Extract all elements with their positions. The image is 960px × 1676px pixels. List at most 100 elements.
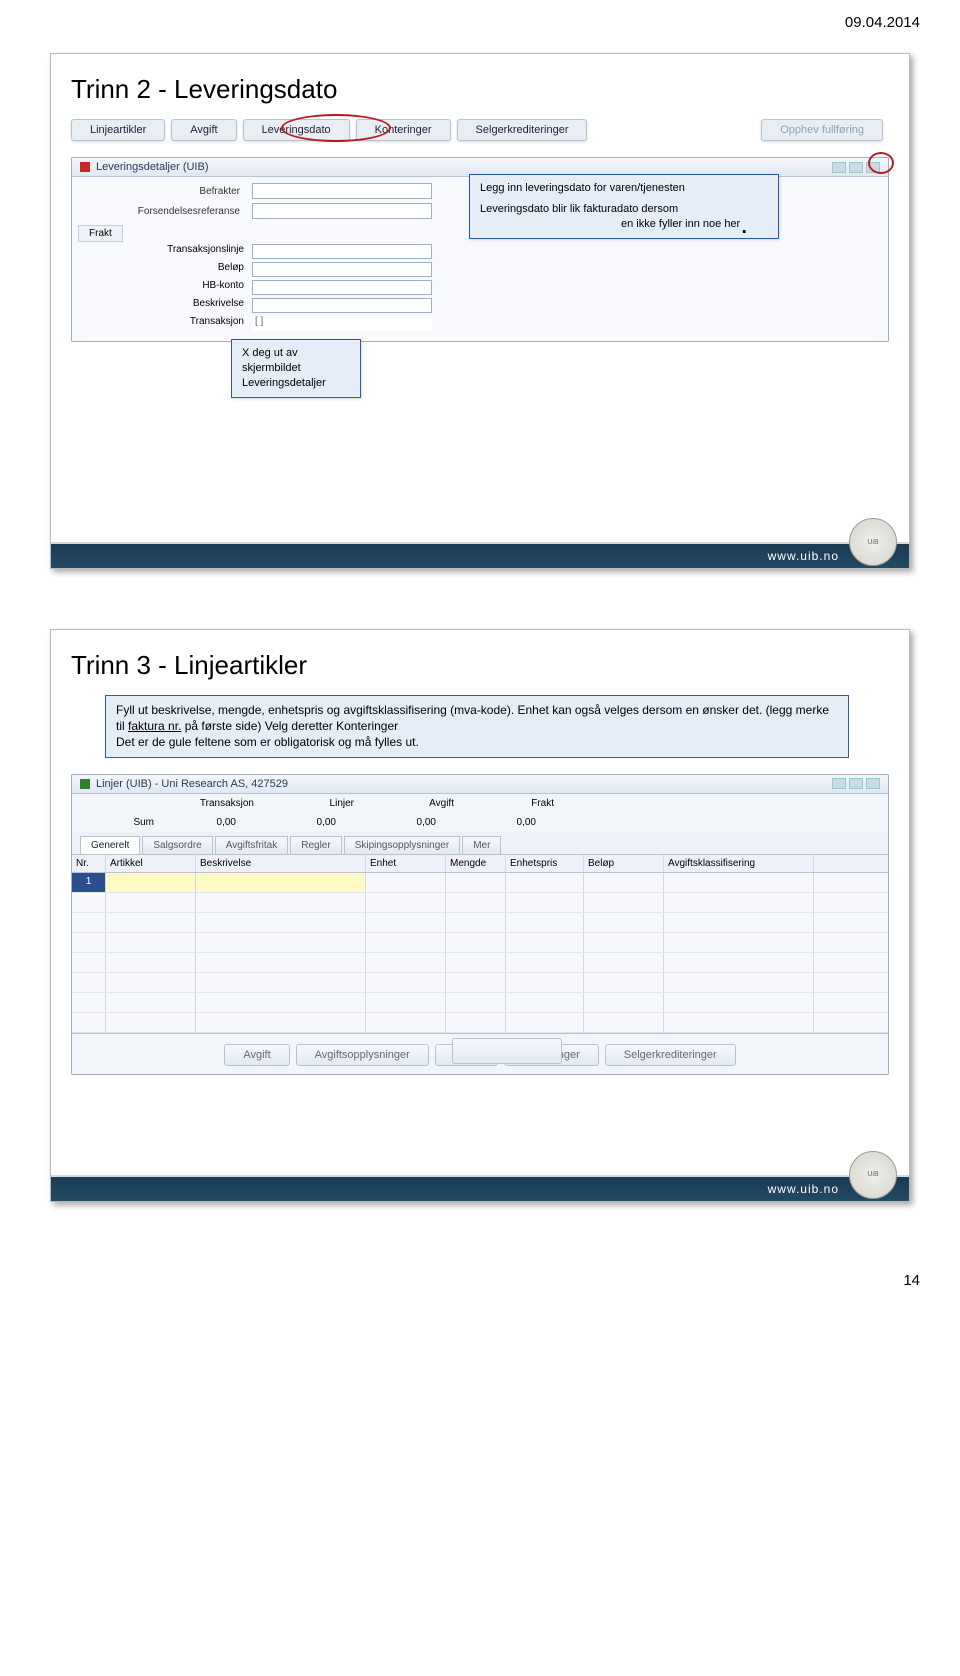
- input-befrakter[interactable]: [252, 183, 432, 199]
- panel-window-controls: [832, 162, 880, 173]
- table-row[interactable]: [72, 993, 888, 1013]
- table-row[interactable]: [72, 953, 888, 973]
- slide2-title: Trinn 3 - Linjeartikler: [71, 650, 889, 681]
- panel-title-text: Leveringsdetaljer (UIB): [96, 161, 209, 173]
- col-artikkel: Artikkel: [106, 855, 196, 872]
- sum-linjer-val: 0,00: [260, 817, 360, 828]
- callout2-l1: X deg ut av: [242, 346, 350, 361]
- grid-body: 1: [72, 873, 888, 1033]
- slide2-footer: www.uib.no: [51, 1175, 909, 1201]
- label-hbkonto: HB-konto: [84, 280, 244, 295]
- label-forsendelsesref: Forsendelsesreferanse: [84, 206, 244, 217]
- table-row[interactable]: [72, 933, 888, 953]
- page-number: 14: [0, 1262, 960, 1307]
- table-row[interactable]: [72, 913, 888, 933]
- tab-opphev-fullforing[interactable]: Opphev fullføring: [761, 119, 883, 141]
- subtab-avgiftsfritak[interactable]: Avgiftsfritak: [215, 836, 289, 854]
- subtab-regler[interactable]: Regler: [290, 836, 341, 854]
- input-beskrivelse[interactable]: [252, 298, 432, 313]
- col-enhet: Enhet: [366, 855, 446, 872]
- min-icon[interactable]: [832, 778, 846, 789]
- input-belop[interactable]: [252, 262, 432, 277]
- sum-frakt-label: Frakt: [460, 798, 560, 809]
- subtab-generelt[interactable]: Generelt: [80, 836, 140, 854]
- sum-linjer-label: Linjer: [260, 798, 360, 809]
- sub-tab-bar: Generelt Salgsordre Avgiftsfritak Regler…: [72, 832, 888, 854]
- lower-tab-bar: Avgift Avgiftsopplysninger Frakt Konteri…: [72, 1033, 888, 1074]
- input-transaksjon: [ ]: [252, 316, 432, 331]
- uib-crest-icon: UiB: [849, 1151, 897, 1199]
- group-frakt[interactable]: Frakt: [78, 225, 123, 242]
- sum-values: Sum 0,00 0,00 0,00 0,00: [72, 813, 888, 832]
- max-icon[interactable]: [849, 162, 863, 173]
- page-date: 09.04.2014: [0, 0, 960, 35]
- panel-color-icon: [80, 162, 90, 172]
- sum-row: Transaksjon Linjer Avgift Frakt: [72, 794, 888, 813]
- table-row[interactable]: [72, 973, 888, 993]
- label-transaksjon: Transaksjon: [84, 316, 244, 331]
- label-transaksjonslinje: Transaksjonslinje: [84, 244, 244, 259]
- callout-line2: Leveringsdato blir lik fakturadato derso…: [480, 202, 768, 217]
- slide1-footer: www.uib.no: [51, 542, 909, 568]
- input-forsendelsesref[interactable]: [252, 203, 432, 219]
- lowertab-konteringer[interactable]: Konteringer: [504, 1044, 599, 1066]
- tab-konteringer[interactable]: Konteringer: [356, 119, 451, 141]
- row-selector[interactable]: 1: [72, 873, 106, 892]
- callout-leveringsdato-info: Legg inn leveringsdato for varen/tjenest…: [469, 174, 779, 239]
- panel-linjer: Linjer (UIB) - Uni Research AS, 427529 T…: [71, 774, 889, 1075]
- input-transaksjonslinje[interactable]: [252, 244, 432, 259]
- large-period-icon: .: [740, 208, 748, 239]
- sum-avgift-val: 0,00: [360, 817, 460, 828]
- lowertab-frakt[interactable]: Frakt: [435, 1044, 498, 1066]
- desc-c: Det er de gule feltene som er obligatori…: [116, 735, 419, 749]
- lowertab-avgift[interactable]: Avgift: [224, 1044, 289, 1066]
- tab-selgerkrediteringer[interactable]: Selgerkrediteringer: [457, 119, 588, 141]
- subtab-salgsordre[interactable]: Salgsordre: [142, 836, 212, 854]
- panel2-title-text: Linjer (UIB) - Uni Research AS, 427529: [96, 778, 288, 790]
- subtab-skipingsopplysninger[interactable]: Skipingsopplysninger: [344, 836, 461, 854]
- table-row[interactable]: [72, 1013, 888, 1033]
- close-icon[interactable]: [866, 162, 880, 173]
- subtab-mer[interactable]: Mer: [462, 836, 501, 854]
- sum-trans-label: Transaksjon: [160, 798, 260, 809]
- lowertab-selgerkrediteringer[interactable]: Selgerkrediteringer: [605, 1044, 736, 1066]
- callout-close-hint: X deg ut av skjermbildet Leveringsdetalj…: [231, 339, 361, 398]
- label-befrakter: Befrakter: [84, 186, 244, 197]
- panel2-color-icon: [80, 779, 90, 789]
- lowertab-avgiftsopplysninger[interactable]: Avgiftsopplysninger: [296, 1044, 429, 1066]
- callout2-l2: skjermbildet: [242, 361, 350, 376]
- slide2-description: Fyll ut beskrivelse, mengde, enhetspris …: [105, 695, 849, 758]
- col-beskrivelse: Beskrivelse: [196, 855, 366, 872]
- grid-header: Nr. Artikkel Beskrivelse Enhet Mengde En…: [72, 854, 888, 873]
- min-icon[interactable]: [832, 162, 846, 173]
- callout-line3: en ikke fyller inn noe her.: [480, 217, 768, 232]
- col-nr: Nr.: [72, 855, 106, 872]
- callout2-l3: Leveringsdetaljer: [242, 376, 350, 391]
- slide1-tabbar: Linjeartikler Avgift Leveringsdato Konte…: [71, 119, 889, 141]
- sum-label: Sum: [80, 817, 160, 828]
- sum-frakt-val: 0,00: [460, 817, 560, 828]
- slide1-title: Trinn 2 - Leveringsdato: [71, 74, 889, 105]
- input-hbkonto[interactable]: [252, 280, 432, 295]
- sum-avgift-label: Avgift: [360, 798, 460, 809]
- slide-2: Trinn 3 - Linjeartikler Fyll ut beskrive…: [50, 629, 910, 1202]
- callout-line1: Legg inn leveringsdato for varen/tjenest…: [480, 181, 768, 196]
- desc-b: på første side) Velg deretter Konteringe…: [181, 719, 398, 733]
- table-row[interactable]: [72, 893, 888, 913]
- max-icon[interactable]: [849, 778, 863, 789]
- close-icon[interactable]: [866, 778, 880, 789]
- col-enhetspris: Enhetspris: [506, 855, 584, 872]
- sum-trans-val: 0,00: [160, 817, 260, 828]
- tab-linjeartikler[interactable]: Linjeartikler: [71, 119, 165, 141]
- tab-avgift[interactable]: Avgift: [171, 119, 236, 141]
- footer-url: www.uib.no: [768, 1182, 839, 1196]
- col-mengde: Mengde: [446, 855, 506, 872]
- panel2-window-controls: [832, 778, 880, 789]
- col-belop: Beløp: [584, 855, 664, 872]
- label-beskrivelse: Beskrivelse: [84, 298, 244, 313]
- table-row[interactable]: 1: [72, 873, 888, 893]
- col-avgiftsklassifisering: Avgiftsklassifisering: [664, 855, 814, 872]
- tab-leveringsdato[interactable]: Leveringsdato: [243, 119, 350, 141]
- desc-link: faktura nr.: [128, 719, 181, 733]
- uib-crest-icon: UiB: [849, 518, 897, 566]
